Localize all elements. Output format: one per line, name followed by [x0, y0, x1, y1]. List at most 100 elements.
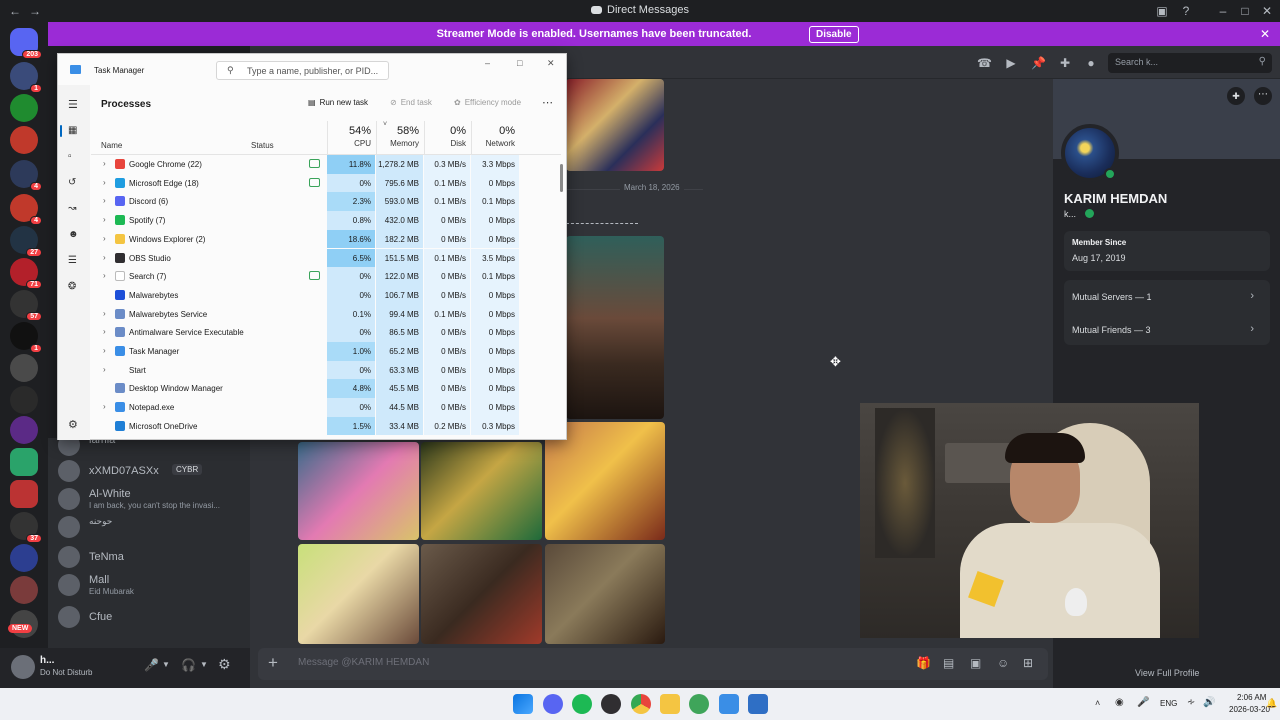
gif-icon[interactable]: ▤: [943, 656, 954, 670]
message-input[interactable]: Message @KARIM HEMDAN: [298, 657, 429, 668]
message-composer[interactable]: + Message @KARIM HEMDAN 🎁 ▤ ▣ ☺ ⊞: [258, 648, 1048, 680]
maximize-icon[interactable]: □: [517, 58, 522, 68]
dm-item[interactable]: حوحنه: [58, 514, 248, 542]
microphone-icon[interactable]: 🎤: [1137, 697, 1149, 708]
task-manager-taskbar-icon[interactable]: [748, 694, 768, 714]
language-indicator[interactable]: ENG: [1160, 699, 1177, 708]
apps-icon[interactable]: ⊞: [1023, 656, 1033, 670]
server-icon[interactable]: [10, 354, 38, 382]
obs-taskbar-icon[interactable]: [601, 694, 621, 714]
clock-time[interactable]: 2:06 AM: [1237, 693, 1266, 702]
expand-chevron-icon[interactable]: ›: [103, 402, 106, 411]
server-icon[interactable]: 4: [10, 194, 42, 225]
expand-chevron-icon[interactable]: ›: [103, 234, 106, 243]
mutual-servers-button[interactable]: Mutual Servers — 1 › Mutual Friends — 3 …: [1064, 280, 1270, 345]
network-column-header[interactable]: 0% Network: [471, 121, 519, 155]
voice-call-icon[interactable]: ☎: [977, 56, 992, 70]
close-icon[interactable]: ✕: [547, 58, 555, 69]
process-row[interactable]: Desktop Window Manager 4.8% 45.5 MB 0 MB/s 0…: [91, 379, 561, 399]
start-button[interactable]: [513, 694, 533, 714]
process-row[interactable]: › Discord (6) 2.3% 593.0 MB 0.1 MB/s 0.1 Mbps: [91, 192, 561, 212]
help-icon[interactable]: ?: [1179, 4, 1193, 18]
process-row[interactable]: › Search (7) 0% 122.0 MB 0 MB/s 0.1 Mbps: [91, 267, 561, 286]
media-image[interactable]: [298, 544, 419, 644]
expand-chevron-icon[interactable]: ›: [103, 253, 106, 262]
microphone-icon[interactable]: 🎤: [144, 658, 159, 672]
emoji-icon[interactable]: ☺: [997, 656, 1009, 670]
process-row[interactable]: › Antimalware Service Executable 0% 86.5 MB…: [91, 323, 561, 342]
expand-chevron-icon[interactable]: ›: [103, 327, 106, 336]
process-row[interactable]: › Start 0% 63.3 MB 0 MB/s 0 Mbps: [91, 360, 561, 380]
process-row[interactable]: Microsoft OneDrive 1.5% 33.4 MB 0.2 MB/s 0.3…: [91, 416, 561, 436]
expand-chevron-icon[interactable]: ›: [103, 215, 106, 224]
search-input[interactable]: ⚲ Type a name, publisher, or PID...: [216, 61, 389, 80]
chrome-taskbar-icon[interactable]: [631, 694, 651, 714]
dm-item[interactable]: Cfue: [58, 604, 248, 632]
file-explorer-taskbar-icon[interactable]: [660, 694, 680, 714]
processes-icon[interactable]: ▦: [68, 125, 77, 136]
inbox-icon[interactable]: ▣: [1155, 4, 1169, 18]
chevron-down-icon[interactable]: ▼: [200, 660, 208, 669]
spotify-taskbar-icon[interactable]: [572, 694, 592, 714]
notepad-taskbar-icon[interactable]: [719, 694, 739, 714]
wifi-icon[interactable]: ∻: [1187, 697, 1195, 708]
process-row[interactable]: › Task Manager 1.0% 65.2 MB 0 MB/s 0 Mbps: [91, 342, 561, 361]
expand-chevron-icon[interactable]: ›: [103, 178, 106, 187]
app-taskbar-icon[interactable]: [689, 694, 709, 714]
minimize-icon[interactable]: –: [485, 58, 490, 68]
media-image[interactable]: [545, 544, 665, 644]
home-button[interactable]: 203: [10, 28, 42, 59]
dm-item[interactable]: TeNma: [58, 544, 248, 572]
expand-chevron-icon[interactable]: ›: [103, 365, 106, 374]
process-row[interactable]: › Spotify (7) 0.8% 432.0 MB 0 MB/s 0 Mbps: [91, 211, 561, 230]
media-image[interactable]: [566, 79, 664, 171]
process-row[interactable]: › OBS Studio 6.5% 151.5 MB 0.1 MB/s 3.5 Mbps: [91, 248, 561, 268]
close-banner-icon[interactable]: ✕: [1260, 27, 1270, 41]
add-friends-icon[interactable]: ✚: [1058, 56, 1072, 70]
server-icon[interactable]: 57: [10, 290, 42, 321]
expand-chevron-icon[interactable]: ›: [103, 271, 106, 280]
server-icon[interactable]: 1: [10, 322, 42, 353]
process-row[interactable]: Malwarebytes 0% 106.7 MB 0 MB/s 0 Mbps: [91, 285, 561, 305]
server-icon[interactable]: 4: [10, 160, 42, 191]
server-icon[interactable]: [10, 576, 38, 604]
add-friend-icon[interactable]: ✚: [1227, 87, 1245, 105]
server-icon[interactable]: [10, 416, 38, 444]
discord-taskbar-icon[interactable]: [543, 694, 563, 714]
name-column-header[interactable]: Name: [101, 141, 122, 150]
server-icon[interactable]: 37: [10, 512, 42, 543]
expand-chevron-icon[interactable]: ›: [103, 196, 106, 205]
sticker-icon[interactable]: ▣: [970, 656, 981, 670]
expand-chevron-icon[interactable]: ›: [103, 159, 106, 168]
expand-chevron-icon[interactable]: ›: [103, 346, 106, 355]
cpu-column-header[interactable]: 54% CPU: [327, 121, 375, 155]
scrollbar[interactable]: [560, 164, 563, 192]
chevron-down-icon[interactable]: ▼: [162, 660, 170, 669]
process-row[interactable]: › Google Chrome (22) 11.8% 1,278.2 MB 0.3 MB…: [91, 155, 561, 174]
media-image[interactable]: [298, 442, 419, 540]
server-icon[interactable]: [10, 480, 38, 508]
server-icon[interactable]: 27: [10, 226, 42, 257]
search-input[interactable]: Search k... ⚲: [1108, 53, 1272, 73]
chevron-up-icon[interactable]: ˄: [1095, 698, 1100, 708]
minimize-icon[interactable]: –: [1216, 4, 1230, 18]
dm-item[interactable]: Al-White I am back, you can't stop the i…: [58, 486, 248, 514]
headphones-icon[interactable]: 🎧: [181, 658, 196, 672]
gift-icon[interactable]: 🎁: [916, 656, 931, 670]
hamburger-menu-icon[interactable]: ☰: [68, 98, 78, 111]
memory-column-header[interactable]: 58% Memory: [376, 121, 423, 155]
efficiency-mode-button[interactable]: ✿ Efficiency mode: [454, 98, 521, 107]
avatar[interactable]: [11, 655, 35, 679]
process-row[interactable]: › Malwarebytes Service 0.1% 99.4 MB 0.1 MB/s…: [91, 304, 561, 324]
pin-icon[interactable]: 📌: [1031, 56, 1046, 70]
media-image[interactable]: [421, 442, 542, 540]
run-new-task-button[interactable]: ▤ Run new task: [308, 98, 368, 107]
status-column-header[interactable]: Status: [251, 141, 274, 150]
media-image[interactable]: [421, 544, 542, 644]
more-options-icon[interactable]: ⋯: [1254, 87, 1272, 105]
end-task-button[interactable]: ⊘ End task: [390, 98, 432, 107]
server-icon[interactable]: 1: [10, 62, 42, 93]
process-row[interactable]: › Notepad.exe 0% 44.5 MB 0 MB/s 0 Mbps: [91, 398, 561, 417]
volume-icon[interactable]: 🔊: [1203, 697, 1215, 708]
server-icon[interactable]: [10, 94, 38, 122]
